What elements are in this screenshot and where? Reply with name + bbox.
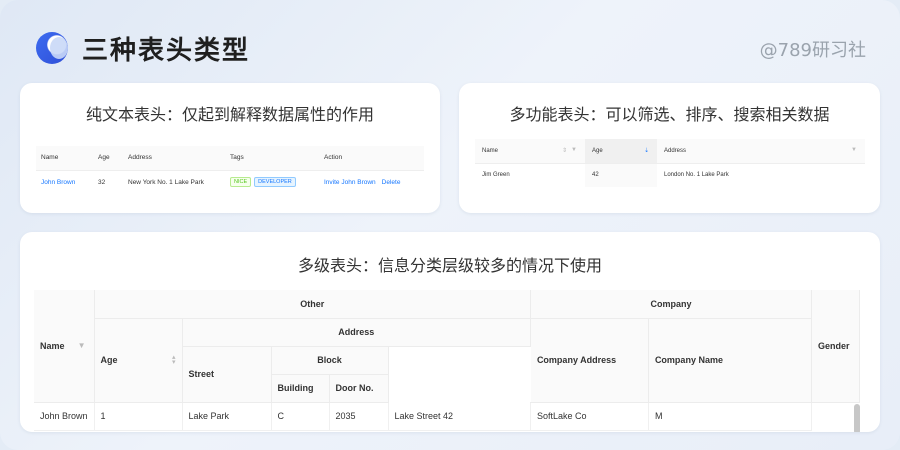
- invite-link[interactable]: Invite John Brown: [324, 179, 376, 186]
- table-row: John Brown 32 New York No. 1 Lake Park N…: [36, 170, 424, 194]
- column-header-address[interactable]: Address ▼: [657, 139, 865, 164]
- column-header-name[interactable]: Name ⇕ ▼: [475, 139, 585, 164]
- functional-header-card: 多功能表头：可以筛选、排序、搜索相关数据 Name ⇕ ▼ Age ⇣ Addr…: [459, 83, 880, 213]
- watermark: @789研习社: [759, 40, 866, 61]
- column-group-block: Block: [271, 346, 389, 375]
- page-title: 三种表头类型: [82, 35, 251, 66]
- functional-header-table: Name ⇕ ▼ Age ⇣ Address ▼ Jim Green 42 Lo…: [475, 139, 865, 187]
- age-cell: 42: [585, 163, 657, 187]
- delete-link[interactable]: Delete: [382, 179, 401, 186]
- multi-level-header-table: Name ▼ Other Company Gender Age ▴ ▾ Addre…: [34, 290, 860, 431]
- column-header-building: Building: [271, 374, 330, 403]
- table-header-row: Name ⇕ ▼ Age ⇣ Address ▼: [475, 139, 865, 164]
- filter-icon[interactable]: ▼: [571, 147, 577, 153]
- address-cell: London No. 1 Lake Park: [664, 172, 729, 179]
- age-cell: 1: [94, 402, 183, 431]
- column-header-company-name: Company Name: [648, 318, 813, 403]
- column-header-company-address: Company Address: [530, 318, 649, 403]
- vertical-scrollbar[interactable]: [854, 404, 860, 432]
- column-header-tags: Tags: [225, 146, 319, 171]
- column-header-gender: Gender: [811, 290, 860, 403]
- column-header-door: Door No.: [329, 374, 389, 403]
- column-header-label: Age: [592, 147, 603, 154]
- column-header-age: Age: [93, 146, 123, 171]
- column-header-age[interactable]: Age ▴ ▾: [94, 318, 183, 403]
- filter-icon[interactable]: ▼: [78, 341, 86, 350]
- gender-cell: M: [648, 402, 813, 431]
- address-cell: New York No. 1 Lake Park: [128, 178, 204, 186]
- table-row: John Brown 1 Lake Park C 2035 Lake Stree…: [34, 402, 860, 431]
- column-header-label: Address: [664, 147, 687, 154]
- table-row: Jim Green 42 London No. 1 Lake Park: [475, 163, 865, 187]
- table-header-row: Name Age Address Tags Action: [36, 146, 424, 171]
- name-cell: John Brown: [34, 402, 95, 431]
- column-group-address: Address: [182, 318, 531, 347]
- tag-nice: NICE: [230, 177, 252, 188]
- column-header-label: Age: [100, 355, 118, 365]
- card-title: 多功能表头：可以筛选、排序、搜索相关数据: [509, 105, 830, 124]
- action-cell: Invite John Brown Delete: [319, 170, 424, 194]
- age-cell: 32: [98, 178, 106, 186]
- tag-developer: DEVELOPER: [254, 177, 296, 188]
- column-header-age[interactable]: Age ⇣: [585, 139, 657, 164]
- column-group-company: Company: [530, 290, 813, 319]
- plain-header-table: Name Age Address Tags Action John Brown …: [36, 146, 424, 194]
- filter-icon[interactable]: ▼: [851, 147, 857, 153]
- door-cell: 2035: [329, 402, 389, 431]
- column-header-name[interactable]: Name ▼: [34, 290, 95, 403]
- tags-cell: NICE DEVELOPER: [225, 170, 319, 194]
- street-cell: Lake Park: [182, 402, 272, 431]
- company-address-cell: Lake Street 42: [388, 402, 531, 431]
- column-group-other: Other: [94, 290, 531, 319]
- column-header-label: Name: [482, 147, 499, 154]
- card-title: 纯文本表头：仅起到解释数据属性的作用: [85, 105, 374, 124]
- page-header: 三种表头类型: [36, 28, 250, 68]
- sort-icon[interactable]: ⇕: [562, 147, 567, 154]
- column-header-address: Address: [123, 146, 225, 171]
- building-cell: C: [271, 402, 330, 431]
- column-header-name: Name: [36, 146, 93, 171]
- company-name-cell: SoftLake Co: [530, 402, 649, 431]
- logo-icon: [36, 32, 68, 64]
- sort-icon[interactable]: ▴ ▾: [172, 354, 176, 366]
- column-header-label: Name: [40, 340, 65, 351]
- multi-level-header-card: 多级表头：信息分类层级较多的情况下使用 Name ▼ Other Company…: [20, 232, 880, 432]
- column-header-action: Action: [319, 146, 424, 171]
- column-header-street: Street: [182, 346, 272, 403]
- name-link[interactable]: John Brown: [36, 170, 93, 194]
- plain-header-card: 纯文本表头：仅起到解释数据属性的作用 Name Age Address Tags…: [20, 83, 440, 213]
- name-cell: Jim Green: [482, 172, 510, 179]
- card-title: 多级表头：信息分类层级较多的情况下使用: [297, 256, 602, 275]
- sort-descending-icon[interactable]: ⇣: [644, 147, 649, 154]
